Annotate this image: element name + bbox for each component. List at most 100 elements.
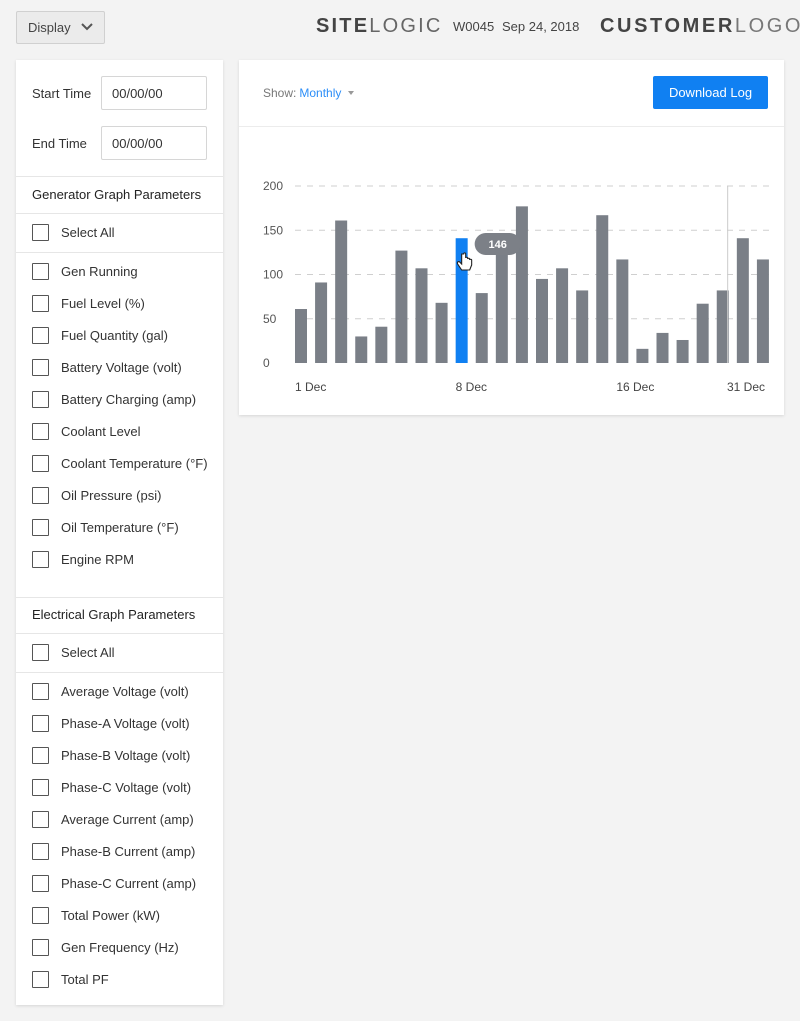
site-id: W0045 [453, 19, 495, 34]
bar[interactable] [395, 250, 408, 363]
checkbox[interactable] [32, 390, 49, 408]
checkbox[interactable] [32, 518, 49, 536]
parameter-checkbox-row[interactable]: Coolant Level [32, 422, 141, 440]
display-dropdown[interactable]: Display [16, 11, 105, 44]
bar[interactable] [335, 220, 348, 363]
checkbox[interactable] [32, 223, 49, 241]
x-tick-label: 16 Dec [616, 380, 654, 394]
generator-section-title: Generator Graph Parameters [32, 187, 202, 202]
electrical-select-all[interactable]: Select All [32, 643, 114, 661]
bar[interactable] [696, 303, 709, 363]
bar[interactable] [556, 268, 569, 363]
caret-down-icon [348, 91, 355, 95]
bar[interactable] [656, 332, 669, 363]
checkbox[interactable] [32, 906, 49, 924]
parameter-checkbox-row[interactable]: Total PF [32, 970, 109, 988]
bar[interactable] [495, 241, 508, 363]
checkbox[interactable] [32, 358, 49, 376]
end-time-input[interactable] [101, 126, 207, 160]
bar[interactable] [315, 282, 328, 363]
checkbox[interactable] [32, 326, 49, 344]
parameter-checkbox-row[interactable]: Coolant Temperature (°F) [32, 454, 208, 472]
checkbox[interactable] [32, 874, 49, 892]
electrical-section-title: Electrical Graph Parameters [32, 607, 196, 622]
bar[interactable] [636, 348, 649, 363]
parameter-label: Oil Pressure (psi) [61, 487, 162, 503]
parameter-checkbox-row[interactable]: Total Power (kW) [32, 906, 160, 924]
checkbox[interactable] [32, 778, 49, 796]
parameter-checkbox-row[interactable]: Gen Frequency (Hz) [32, 938, 179, 956]
checkbox[interactable] [32, 643, 49, 661]
bar[interactable] [756, 259, 769, 363]
generator-select-all[interactable]: Select All [32, 223, 114, 241]
checkbox[interactable] [32, 970, 49, 988]
parameter-label: Phase-C Current (amp) [61, 875, 197, 891]
parameter-checkbox-row[interactable]: Engine RPM [32, 550, 134, 568]
chevron-down-icon [81, 23, 93, 31]
divider [16, 633, 223, 634]
bar[interactable] [576, 290, 589, 363]
bar[interactable] [536, 278, 548, 363]
parameter-label: Fuel Level (%) [61, 295, 145, 311]
parameter-checkbox-row[interactable]: Phase-B Voltage (volt) [32, 746, 190, 764]
checkbox[interactable] [32, 294, 49, 312]
bar[interactable] [295, 309, 307, 363]
bar[interactable] [355, 336, 368, 363]
parameter-label: Fuel Quantity (gal) [61, 327, 168, 343]
divider [16, 597, 223, 598]
parameter-label: Average Current (amp) [61, 811, 194, 827]
period-dropdown[interactable]: Show: Monthly [263, 86, 355, 100]
checkbox[interactable] [32, 486, 49, 504]
parameter-checkbox-row[interactable]: Phase-C Voltage (volt) [32, 778, 191, 796]
checkbox[interactable] [32, 262, 49, 280]
parameter-label: Engine RPM [61, 551, 134, 567]
parameter-label: Total Power (kW) [61, 907, 160, 923]
parameter-label: Coolant Temperature (°F) [61, 455, 208, 471]
bar[interactable] [435, 302, 448, 363]
parameter-label: Oil Temperature (°F) [61, 519, 179, 535]
y-tick-label: 100 [263, 268, 283, 282]
bar[interactable] [616, 259, 629, 363]
bar[interactable] [676, 339, 689, 363]
parameter-checkbox-row[interactable]: Oil Pressure (psi) [32, 486, 161, 504]
checkbox[interactable] [32, 746, 49, 764]
top-bar: Display SITELOGIC W0045 Sep 24, 2018 CUS… [0, 0, 800, 56]
start-time-row: Start Time [32, 76, 207, 110]
start-time-input[interactable] [101, 76, 207, 110]
parameter-checkbox-row[interactable]: Fuel Quantity (gal) [32, 326, 168, 344]
checkbox[interactable] [32, 454, 49, 472]
bar[interactable] [415, 268, 428, 363]
checkbox[interactable] [32, 714, 49, 732]
parameter-checkbox-row[interactable]: Phase-A Voltage (volt) [32, 714, 190, 732]
parameter-checkbox-row[interactable]: Phase-B Current (amp) [32, 842, 195, 860]
bar[interactable] [596, 215, 609, 363]
parameter-label: Total PF [61, 971, 109, 987]
parameter-label: Phase-B Voltage (volt) [61, 747, 191, 763]
bar[interactable] [475, 293, 488, 363]
checkbox[interactable] [32, 842, 49, 860]
end-time-row: End Time [32, 126, 207, 160]
parameter-checkbox-row[interactable]: Fuel Level (%) [32, 294, 145, 312]
parameter-checkbox-row[interactable]: Average Voltage (volt) [32, 682, 189, 700]
parameter-checkbox-row[interactable]: Battery Voltage (volt) [32, 358, 182, 376]
parameter-checkbox-row[interactable]: Average Current (amp) [32, 810, 194, 828]
checkbox[interactable] [32, 810, 49, 828]
y-tick-label: 150 [263, 223, 283, 237]
divider [16, 176, 223, 177]
parameter-checkbox-row[interactable]: Phase-C Current (amp) [32, 874, 196, 892]
checkbox[interactable] [32, 682, 49, 700]
parameter-checkbox-row[interactable]: Battery Charging (amp) [32, 390, 196, 408]
bar[interactable] [515, 206, 528, 363]
parameter-label: Battery Voltage (volt) [61, 359, 182, 375]
bar[interactable] [716, 290, 729, 363]
checkbox[interactable] [32, 550, 49, 568]
checkbox[interactable] [32, 422, 49, 440]
checkbox[interactable] [32, 938, 49, 956]
parameter-checkbox-row[interactable]: Gen Running [32, 262, 138, 280]
parameter-label: Phase-C Voltage (volt) [61, 779, 192, 795]
show-label: Show: [263, 86, 297, 100]
bar[interactable] [736, 238, 749, 363]
bar[interactable] [375, 326, 388, 363]
parameter-checkbox-row[interactable]: Oil Temperature (°F) [32, 518, 179, 536]
download-log-button[interactable]: Download Log [653, 76, 768, 109]
